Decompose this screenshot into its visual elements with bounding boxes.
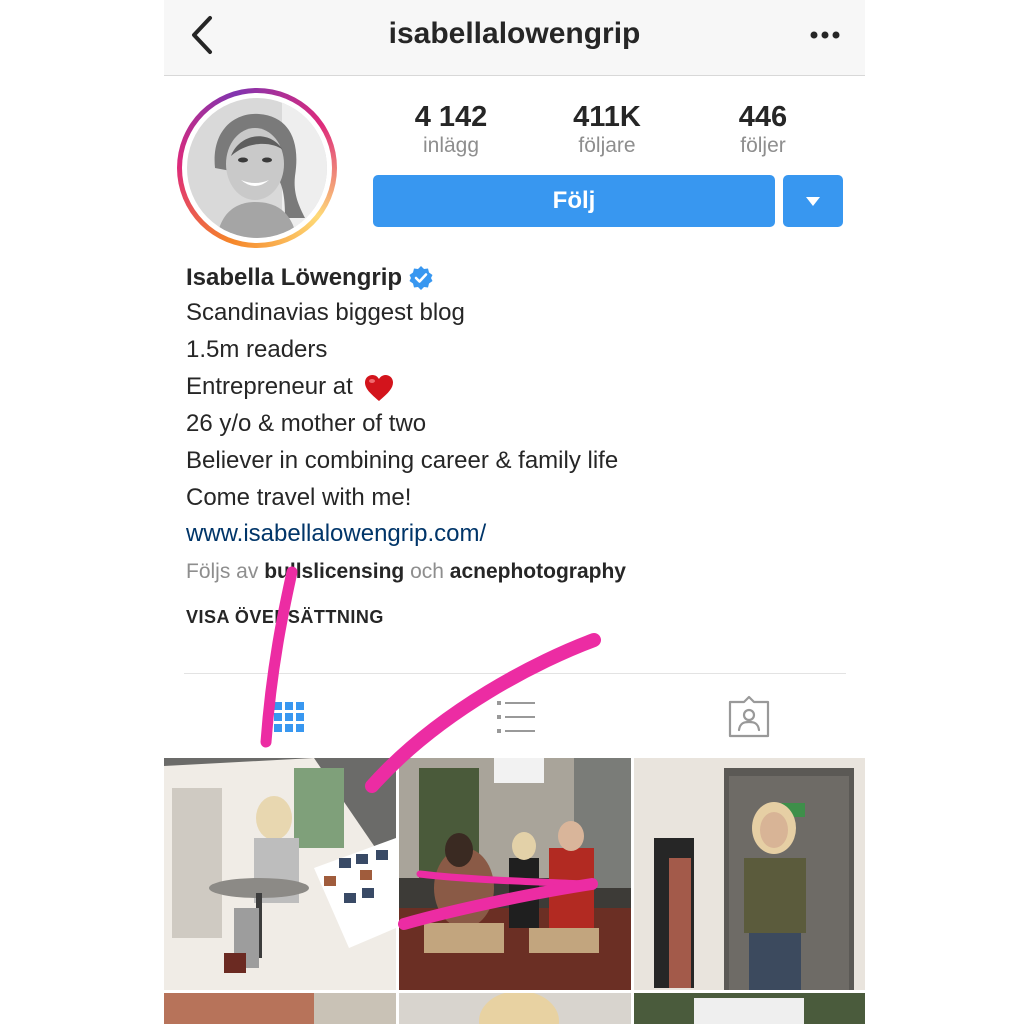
display-name: Isabella Löwengrip — [186, 264, 403, 291]
followed-by-conjunction: och — [410, 560, 444, 583]
avatar — [187, 98, 327, 238]
post-thumbnail[interactable] — [399, 758, 631, 990]
following-count-value: 446 — [738, 101, 788, 133]
suggested-accounts-button[interactable] — [783, 175, 843, 227]
followed-by-prefix: Följs av — [186, 560, 259, 583]
website-link[interactable]: www.isabellalowengrip.com/ — [186, 516, 826, 552]
more-horizontal-icon — [810, 31, 840, 39]
tab-list[interactable] — [491, 692, 541, 742]
bio-line: Come travel with me! — [186, 484, 412, 511]
bio-line-text: Entrepreneur at — [186, 373, 353, 400]
followers-count[interactable]: 411K följare — [532, 100, 682, 158]
bio-line: Scandinavias biggest blog — [186, 299, 465, 326]
see-translation-button[interactable]: VISA ÖVERSÄTTNING — [186, 592, 826, 642]
section-divider — [184, 673, 846, 674]
post-thumbnail[interactable] — [634, 993, 865, 1024]
tagged-person-icon — [728, 695, 770, 738]
bio-line: Believer in combining career & family li… — [186, 447, 619, 474]
bio-line: 1.5m readers — [186, 336, 328, 363]
tab-tagged[interactable] — [724, 692, 774, 742]
more-options-button[interactable] — [803, 20, 847, 50]
posts-count[interactable]: 4 142 inlägg — [376, 100, 526, 158]
followed-by: Följs av bullslicensing och acnephotogra… — [186, 552, 826, 592]
followers-count-value: 411K — [573, 101, 641, 133]
grid-icon — [274, 702, 304, 732]
verified-badge-icon — [409, 266, 433, 290]
tab-grid[interactable] — [264, 692, 314, 742]
profile-username: isabellalowengrip — [388, 17, 641, 50]
post-thumbnail[interactable] — [399, 993, 631, 1024]
top-bar: isabellalowengrip — [164, 0, 865, 76]
post-thumbnail[interactable] — [634, 758, 865, 990]
followed-by-user-link[interactable]: bullslicensing — [264, 560, 404, 583]
followed-by-user-link[interactable]: acnephotography — [450, 560, 626, 583]
posts-count-value: 4 142 — [414, 101, 488, 133]
follow-button[interactable]: Följ — [373, 175, 775, 227]
following-count[interactable]: 446 följer — [688, 100, 838, 158]
post-thumbnail[interactable] — [164, 758, 396, 990]
red-heart-icon — [365, 374, 394, 401]
bio-line: Entrepreneur at — [186, 368, 826, 405]
bio-line: 26 y/o & mother of two — [186, 410, 427, 437]
story-ring[interactable] — [177, 88, 337, 248]
post-thumbnail[interactable] — [164, 993, 396, 1024]
following-count-label: följer — [740, 134, 786, 157]
profile-bio: Isabella Löwengrip Scandinavias biggest … — [186, 262, 826, 642]
profile-screen: isabellalowengrip 4 142 inlägg 411K följ… — [164, 0, 865, 1024]
posts-count-label: inlägg — [422, 134, 480, 157]
followers-count-label: följare — [578, 134, 636, 157]
list-icon — [497, 701, 535, 733]
